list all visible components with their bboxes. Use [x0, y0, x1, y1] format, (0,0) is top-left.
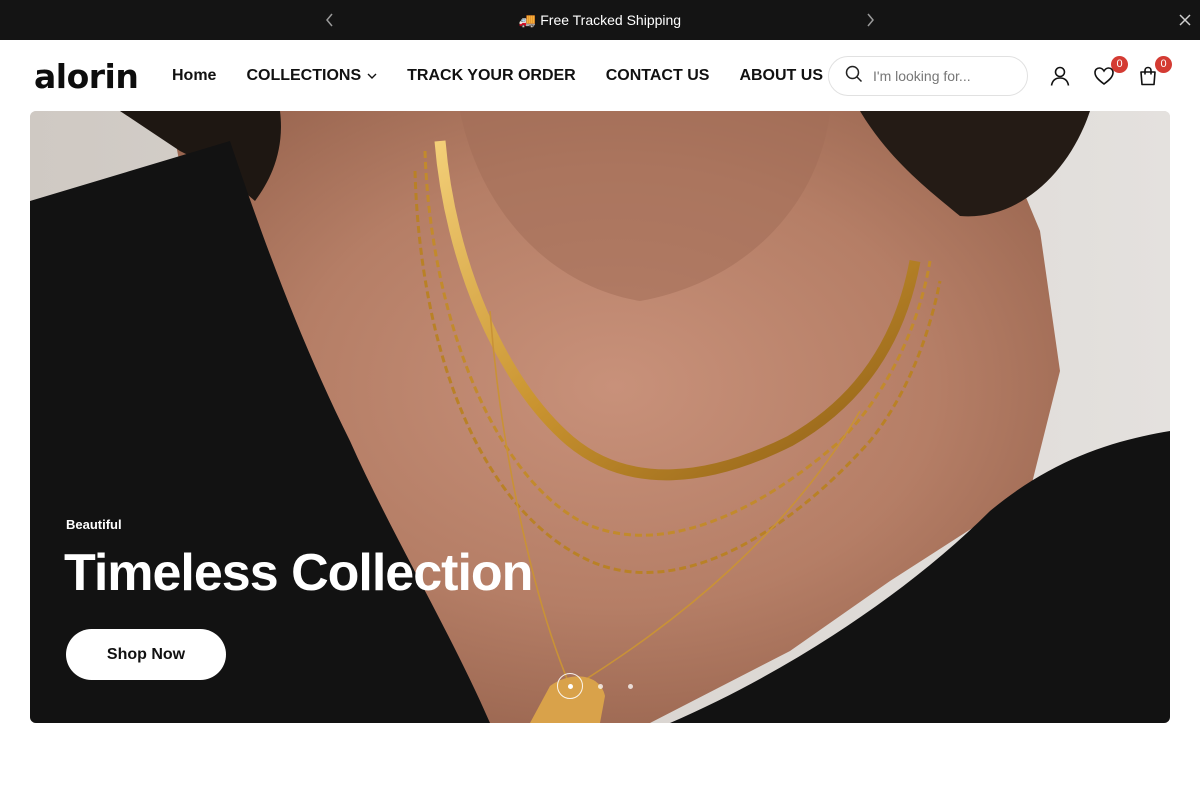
hero-banner: Beautiful Timeless Collection Shop Now: [30, 111, 1170, 723]
chevron-right-icon: [867, 13, 874, 27]
site-header: alorin Home COLLECTIONS TRACK YOUR ORDER…: [0, 40, 1200, 111]
nav-item-track-order[interactable]: TRACK YOUR ORDER: [407, 66, 576, 86]
nav-item-label: CONTACT US: [605, 67, 710, 84]
wishlist-count-badge: 0: [1111, 56, 1128, 73]
nav-item-about[interactable]: ABOUT US: [739, 66, 823, 86]
nav-item-label: TRACK YOUR ORDER: [407, 67, 576, 84]
hero-headline: Timeless Collection: [64, 544, 533, 602]
announcement-message: 🚚 Free Tracked Shipping: [518, 12, 682, 28]
search-icon: [845, 65, 863, 88]
slider-pagination: [557, 673, 677, 699]
logo[interactable]: alorin: [34, 57, 139, 97]
wishlist-button[interactable]: 0: [1092, 56, 1128, 88]
chevron-down-icon: [367, 73, 377, 80]
nav-item-home[interactable]: Home: [172, 66, 216, 86]
announcement-close-button[interactable]: [1175, 10, 1195, 30]
slide-dot-3[interactable]: [627, 683, 633, 689]
nav-item-collections[interactable]: COLLECTIONS: [246, 66, 377, 86]
nav-item-contact[interactable]: CONTACT US: [606, 66, 710, 86]
announcement-bar: 🚚 Free Tracked Shipping: [0, 0, 1200, 40]
search-box[interactable]: [828, 56, 1028, 96]
shop-now-button[interactable]: Shop Now: [66, 629, 226, 680]
cart-button[interactable]: 0: [1136, 56, 1172, 88]
close-icon: [1179, 14, 1191, 26]
account-button[interactable]: [1048, 64, 1072, 88]
user-icon: [1050, 66, 1070, 86]
nav-item-label: ABOUT US: [739, 67, 823, 84]
search-input[interactable]: [873, 68, 1003, 84]
nav-item-label: COLLECTIONS: [246, 67, 362, 84]
announcement-next-button[interactable]: [860, 10, 880, 30]
nav-item-label: Home: [172, 67, 217, 84]
hero-eyebrow: Beautiful: [66, 517, 122, 532]
cart-count-badge: 0: [1155, 56, 1172, 73]
main-nav: Home COLLECTIONS TRACK YOUR ORDER CONTAC…: [172, 66, 853, 86]
slide-dot-1[interactable]: [567, 683, 573, 689]
slide-dot-2[interactable]: [597, 683, 603, 689]
